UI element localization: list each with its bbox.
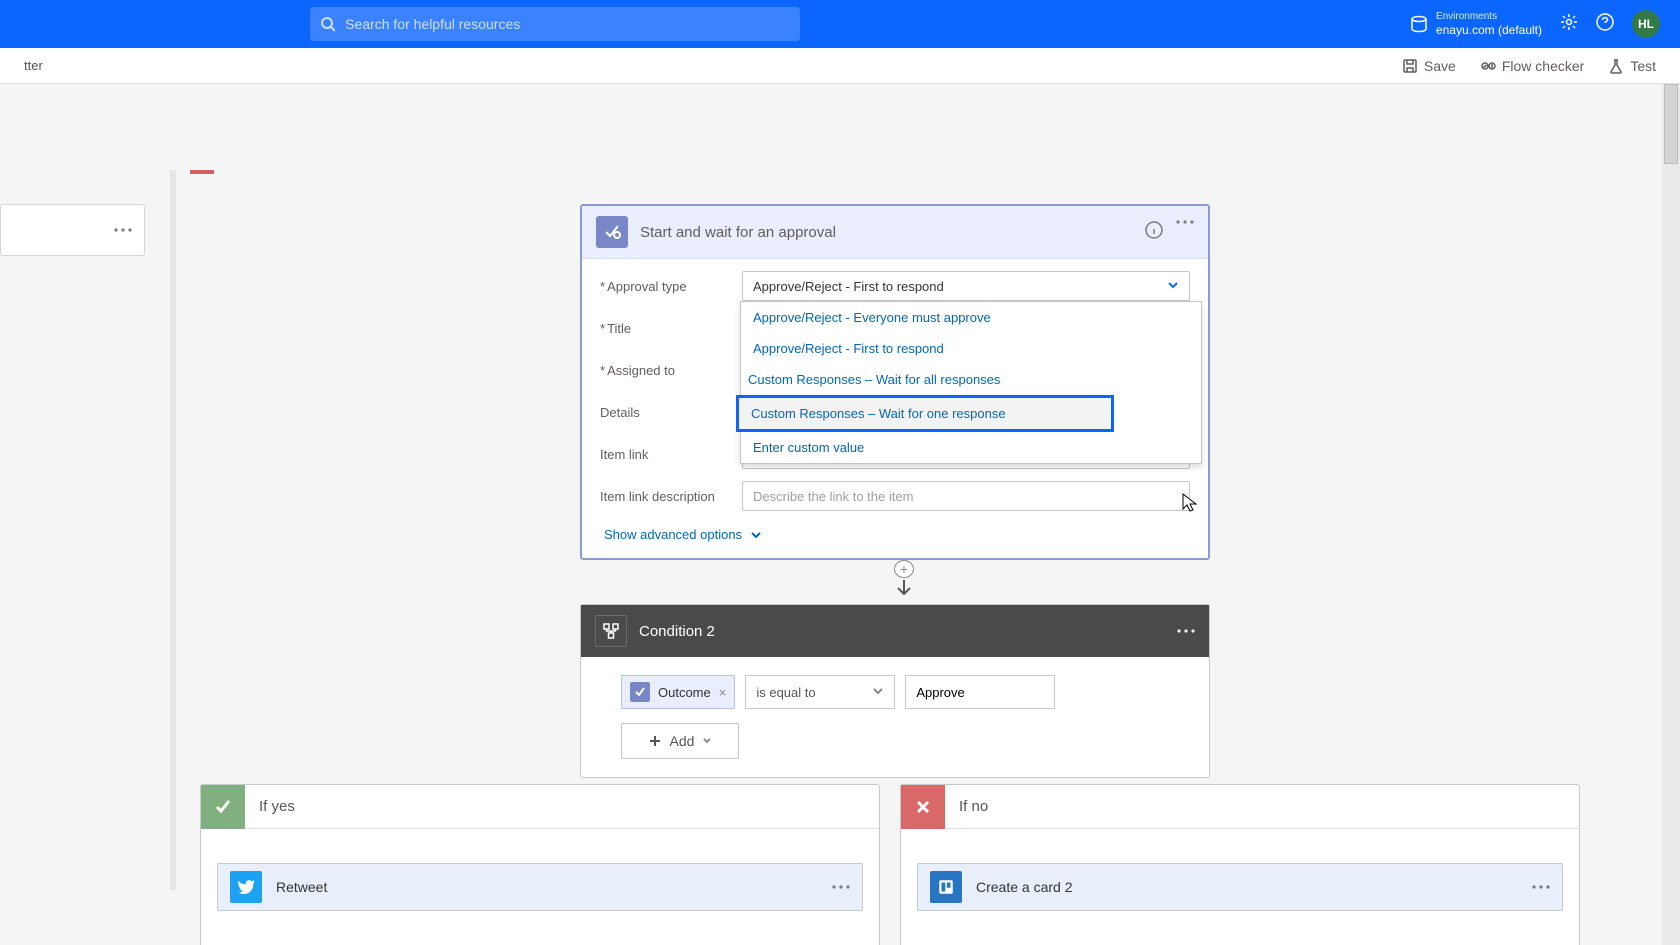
condition-tag-label: Outcome	[658, 685, 711, 700]
chevron-down-icon	[750, 529, 762, 541]
chevron-down-icon	[1167, 279, 1179, 291]
if-yes-branch: If yes Retweet Add an action	[200, 784, 880, 945]
operator-value: is equal to	[756, 685, 815, 700]
question-icon	[1596, 13, 1614, 31]
check-icon	[213, 797, 233, 817]
dd-option-custom-one[interactable]: Custom Responses – Wait for one response	[736, 395, 1114, 432]
condition-header[interactable]: Condition 2	[581, 605, 1209, 657]
if-no-label: If no	[959, 798, 988, 815]
info-button[interactable]	[1144, 220, 1164, 245]
remove-token-button[interactable]: ×	[719, 685, 727, 700]
dd-option-everyone-approve[interactable]: Approve/Reject - Everyone must approve	[741, 302, 1201, 333]
environment-label: Environments	[1436, 11, 1542, 23]
condition-card: Condition 2 Outcome × is equal to Add	[580, 604, 1210, 778]
dd-option-first-respond[interactable]: Approve/Reject - First to respond	[741, 333, 1201, 364]
condition-title: Condition 2	[639, 623, 1165, 640]
approval-card: Start and wait for an approval Approval …	[580, 204, 1210, 560]
condition-left-operand[interactable]: Outcome ×	[621, 675, 735, 709]
info-icon	[1144, 220, 1164, 240]
token-icon	[630, 682, 650, 702]
show-advanced-options[interactable]: Show advanced options	[600, 527, 1190, 542]
chevron-down-icon	[702, 736, 712, 746]
more-icon[interactable]	[1532, 885, 1550, 889]
item-link-label: Item link	[600, 447, 732, 462]
create-card-action[interactable]: Create a card 2	[917, 863, 1563, 911]
more-icon[interactable]	[114, 228, 132, 232]
x-icon	[913, 797, 933, 817]
approval-type-select[interactable]: Approve/Reject - First to respond	[742, 271, 1190, 301]
if-no-branch: If no Create a card 2 Add an action	[900, 784, 1580, 945]
retweet-action[interactable]: Retweet	[217, 863, 863, 911]
item-link-desc-input[interactable]	[742, 481, 1190, 511]
details-label: Details	[600, 405, 732, 420]
search-icon	[320, 16, 335, 32]
avatar[interactable]: HL	[1632, 10, 1660, 38]
chevron-down-icon	[872, 685, 884, 697]
search-box[interactable]	[310, 7, 800, 41]
approval-header[interactable]: Start and wait for an approval	[582, 206, 1208, 259]
settings-button[interactable]	[1560, 13, 1578, 36]
previous-step-card[interactable]	[0, 204, 145, 256]
add-step-button[interactable]: +	[894, 560, 914, 578]
search-input[interactable]	[345, 16, 790, 32]
condition-icon	[595, 615, 627, 647]
flow-checker-icon	[1480, 58, 1496, 74]
approval-type-label: Approval type	[600, 279, 732, 294]
approval-icon	[596, 216, 628, 248]
twitter-icon	[230, 871, 262, 903]
item-link-desc-label: Item link description	[600, 489, 732, 504]
assigned-to-label: Assigned to	[600, 363, 732, 378]
plus-icon	[648, 734, 662, 748]
scrollbar-thumb[interactable]	[1664, 84, 1678, 164]
test-label: Test	[1630, 58, 1656, 74]
flow-checker-label: Flow checker	[1502, 58, 1584, 74]
create-card-label: Create a card 2	[976, 879, 1518, 895]
retweet-label: Retweet	[276, 879, 818, 895]
condition-operator-select[interactable]: is equal to	[745, 675, 895, 709]
gear-icon	[1560, 13, 1578, 31]
more-icon[interactable]	[1177, 629, 1195, 633]
title-label: Title	[600, 321, 732, 336]
if-yes-icon	[201, 785, 245, 829]
more-icon[interactable]	[1176, 220, 1194, 224]
environment-value: enayu.com (default)	[1436, 23, 1542, 37]
help-button[interactable]	[1596, 13, 1614, 36]
condition-value-input[interactable]	[905, 675, 1055, 709]
flow-checker-button[interactable]: Flow checker	[1480, 58, 1584, 74]
cursor-icon	[1181, 492, 1199, 514]
approval-type-dropdown: Approve/Reject - Everyone must approve A…	[740, 301, 1202, 464]
approval-type-value: Approve/Reject - First to respond	[753, 279, 944, 294]
vertical-scrollbar[interactable]	[1662, 84, 1680, 945]
flow-title-fragment: tter	[24, 58, 43, 73]
trello-icon	[930, 871, 962, 903]
dd-option-enter-custom[interactable]: Enter custom value	[741, 432, 1201, 463]
save-label: Save	[1424, 58, 1456, 74]
if-no-icon	[901, 785, 945, 829]
arrow-down-icon	[894, 578, 914, 603]
approval-title: Start and wait for an approval	[640, 224, 1132, 241]
add-condition-button[interactable]: Add	[621, 723, 739, 759]
beaker-icon	[1608, 58, 1624, 74]
save-button[interactable]: Save	[1402, 58, 1456, 74]
if-yes-label: If yes	[259, 798, 295, 815]
database-icon	[1410, 15, 1428, 33]
add-label: Add	[670, 733, 695, 749]
more-icon[interactable]	[832, 885, 850, 889]
test-button[interactable]: Test	[1608, 58, 1656, 74]
dd-option-custom-all[interactable]: Custom Responses – Wait for all response…	[736, 364, 1114, 395]
save-icon	[1402, 58, 1418, 74]
environment-selector[interactable]: Environments enayu.com (default)	[1410, 11, 1542, 37]
canvas-guide	[170, 170, 176, 890]
show-advanced-label: Show advanced options	[604, 527, 742, 542]
